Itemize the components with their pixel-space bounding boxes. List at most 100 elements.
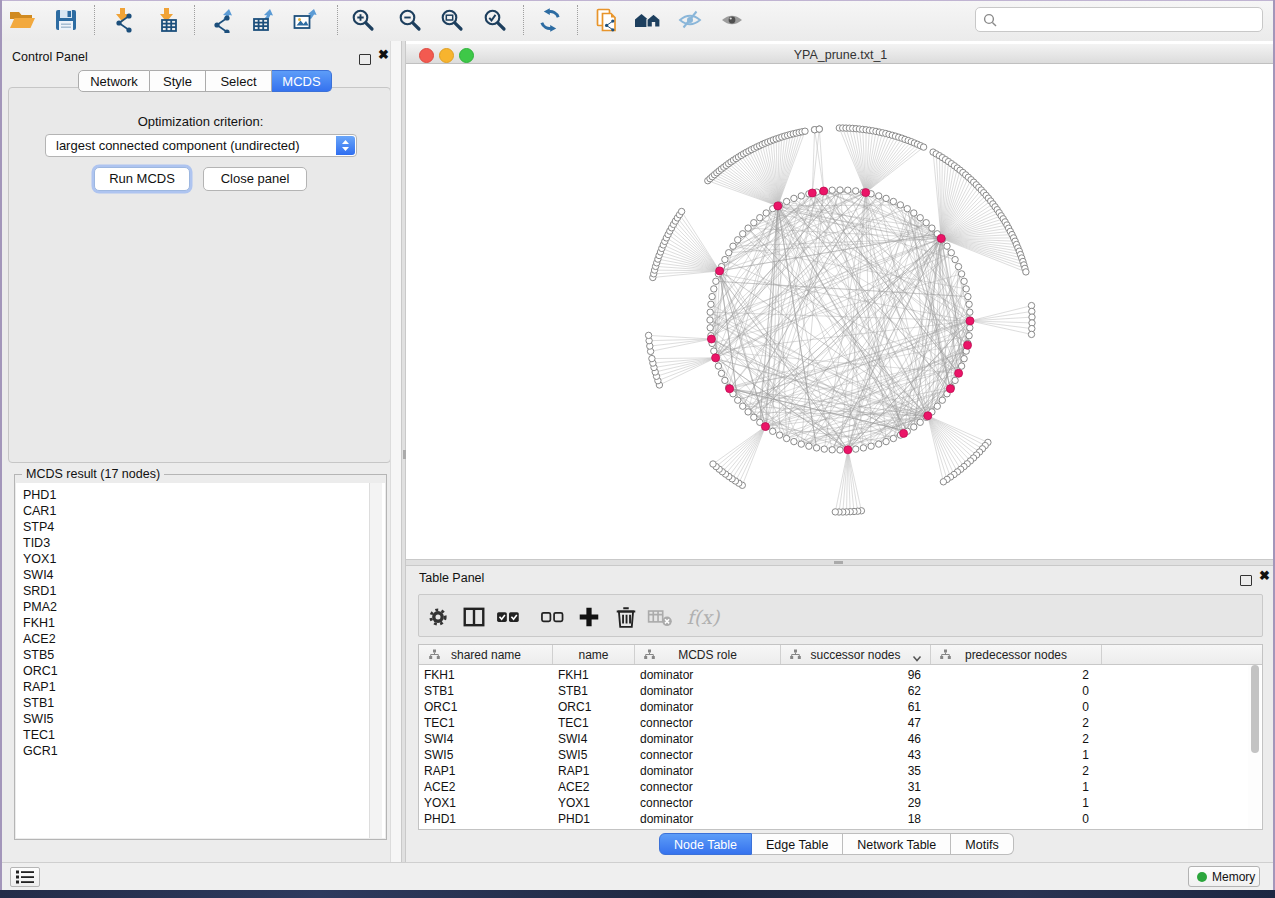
export-table-icon[interactable] — [246, 3, 280, 37]
column-header-name[interactable]: name — [553, 645, 635, 664]
close-panel-icon[interactable]: ✖ — [378, 50, 389, 60]
table-cell: SWI5 — [558, 747, 587, 763]
table-cell: PHD1 — [558, 811, 590, 827]
split-panel-icon[interactable] — [461, 604, 487, 630]
hide-selected-icon[interactable] — [673, 3, 707, 37]
mcds-result-item[interactable]: RAP1 — [16, 679, 385, 695]
column-header-predecessor-nodes[interactable]: predecessor nodes — [931, 645, 1102, 664]
mcds-result-item[interactable]: PMA2 — [16, 599, 385, 615]
mcds-result-item[interactable]: TID3 — [16, 535, 385, 551]
node-table: shared namenameMCDS rolesuccessor nodesp… — [418, 644, 1263, 830]
tab-network[interactable]: Network — [78, 70, 150, 92]
memory-label: Memory — [1212, 870, 1255, 884]
mcds-result-item[interactable]: SRD1 — [16, 583, 385, 599]
add-icon[interactable] — [576, 604, 602, 630]
table-panel-tabs: Node TableEdge TableNetwork TableMotifs — [659, 833, 1014, 855]
show-all-icon[interactable] — [715, 3, 749, 37]
table-cell: dominator — [640, 811, 693, 827]
mcds-result-item[interactable]: TEC1 — [16, 727, 385, 743]
search-icon — [983, 13, 998, 28]
export-image-icon[interactable] — [288, 3, 322, 37]
zoom-fit-icon[interactable] — [435, 3, 469, 37]
table-float-window-icon[interactable] — [1240, 572, 1252, 590]
table-cell: FKH1 — [558, 667, 589, 683]
table-close-panel-icon[interactable]: ✖ — [1259, 571, 1270, 581]
tab-motifs[interactable]: Motifs — [951, 833, 1013, 855]
zoom-in-icon[interactable] — [346, 3, 380, 37]
run-mcds-button[interactable]: Run MCDS — [94, 167, 190, 191]
sort-icon — [940, 649, 951, 663]
search-box[interactable] — [975, 7, 1263, 32]
import-table-icon[interactable] — [150, 3, 184, 37]
mcds-result-item[interactable]: SWI5 — [16, 711, 385, 727]
toolbar-separator — [577, 5, 578, 35]
window-edge — [0, 0, 1275, 1]
delete-table-icon[interactable] — [647, 604, 673, 630]
mcds-result-item[interactable]: STP4 — [16, 519, 385, 535]
duplicate-network-icon[interactable] — [590, 3, 624, 37]
column-header-MCDS-role[interactable]: MCDS role — [635, 645, 781, 664]
first-neighbors-icon[interactable] — [631, 3, 665, 37]
table-cell: RAP1 — [424, 763, 455, 779]
mcds-result-list: PHD1CAR1STP4TID3YOX1SWI4SRD1PMA2FKH1ACE2… — [16, 483, 385, 838]
close-panel-button[interactable]: Close panel — [203, 167, 307, 191]
task-history-button[interactable] — [10, 867, 40, 887]
search-input[interactable] — [1003, 10, 1259, 30]
zoom-out-icon[interactable] — [393, 3, 427, 37]
zoom-selected-icon[interactable] — [478, 3, 512, 37]
delete-icon[interactable] — [613, 604, 639, 630]
table-cell: connector — [640, 715, 693, 731]
mcds-result-item[interactable]: ORC1 — [16, 663, 385, 679]
column-header-successor-nodes[interactable]: successor nodes — [781, 645, 931, 664]
network-graph[interactable] — [406, 64, 1275, 559]
toolbar-separator — [523, 5, 524, 35]
horizontal-splitter[interactable] — [406, 559, 1275, 566]
result-scrollbar[interactable] — [369, 483, 382, 838]
table-panel: Table Panel ✖ f(x) shared namenameMCDS r… — [406, 566, 1275, 862]
open-icon[interactable] — [5, 3, 39, 37]
refresh-icon[interactable] — [533, 3, 567, 37]
export-network-icon[interactable] — [205, 3, 239, 37]
memory-button[interactable]: Memory — [1188, 866, 1260, 887]
float-window-icon[interactable] — [359, 51, 371, 69]
mcds-result-item[interactable]: GCR1 — [16, 743, 385, 759]
mcds-result-item[interactable]: CAR1 — [16, 503, 385, 519]
status-bar: Memory — [0, 862, 1275, 890]
tab-edge-table[interactable]: Edge Table — [752, 833, 843, 855]
column-header-shared-name[interactable]: shared name — [420, 645, 553, 664]
table-cell: 1 — [1029, 779, 1089, 795]
deselect-all-icon[interactable] — [540, 604, 566, 630]
select-all-icon[interactable] — [496, 604, 522, 630]
tab-style[interactable]: Style — [150, 70, 206, 92]
table-cell: SWI4 — [424, 731, 453, 747]
table-cell: ACE2 — [424, 779, 455, 795]
toolbar-separator — [337, 5, 338, 35]
mcds-result-item[interactable]: SWI4 — [16, 567, 385, 583]
mcds-result-item[interactable]: FKH1 — [16, 615, 385, 631]
table-cell: YOX1 — [558, 795, 590, 811]
table-scrollbar[interactable] — [1248, 665, 1261, 829]
mcds-result-item[interactable]: STB1 — [16, 695, 385, 711]
mcds-result-item[interactable]: YOX1 — [16, 551, 385, 567]
toolbar-separator — [194, 5, 195, 35]
tab-node-table[interactable]: Node Table — [659, 833, 752, 855]
mcds-result-item[interactable]: ACE2 — [16, 631, 385, 647]
save-icon[interactable] — [49, 3, 83, 37]
tab-mcds[interactable]: MCDS — [272, 70, 332, 92]
mcds-result-item[interactable]: PHD1 — [16, 487, 385, 503]
mcds-result-item[interactable]: STB5 — [16, 647, 385, 663]
tab-select[interactable]: Select — [206, 70, 272, 92]
table-cell: YOX1 — [424, 795, 456, 811]
tab-network-table[interactable]: Network Table — [843, 833, 951, 855]
table-cell: 29 — [861, 795, 921, 811]
table-cell: STB1 — [558, 683, 588, 699]
import-network-icon[interactable] — [106, 3, 140, 37]
table-cell: 46 — [861, 731, 921, 747]
table-cell: TEC1 — [558, 715, 589, 731]
function-builder-icon[interactable]: f(x) — [690, 604, 716, 630]
table-cell: STB1 — [424, 683, 454, 699]
settings-icon[interactable] — [425, 604, 451, 630]
criterion-dropdown[interactable]: largest connected component (undirected) — [45, 134, 357, 157]
table-cell: dominator — [640, 699, 693, 715]
network-view-titlebar: YPA_prune.txt_1 — [406, 44, 1275, 64]
